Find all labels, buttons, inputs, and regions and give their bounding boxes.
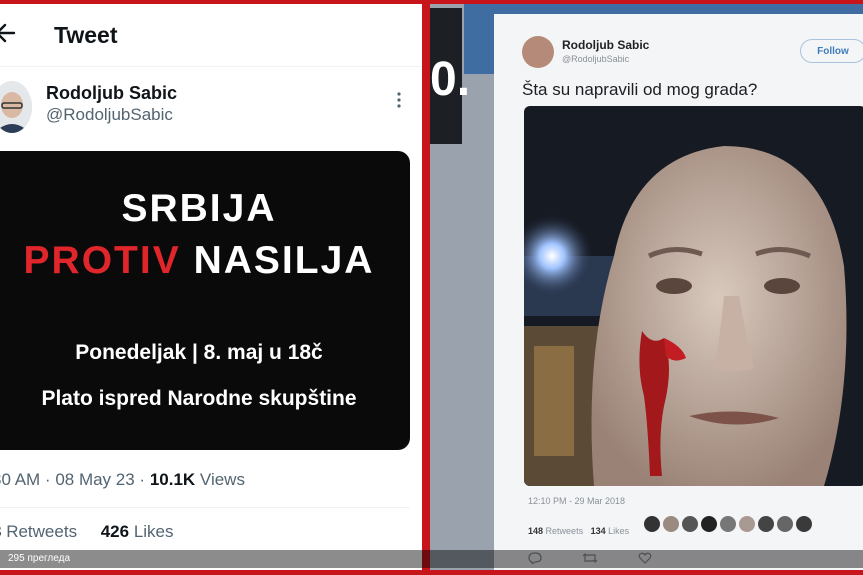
liker-avatar bbox=[739, 516, 755, 532]
banner-red-word: PROTIV bbox=[23, 239, 181, 282]
embedded-author-handle: @RodoljubSabic bbox=[562, 54, 630, 64]
author-handle[interactable]: @RodoljubSabic bbox=[46, 105, 173, 125]
likes-count: 426 bbox=[100, 522, 130, 541]
liker-avatar bbox=[682, 516, 698, 532]
more-options-icon[interactable] bbox=[396, 90, 402, 110]
embedded-tweet-stats: 148 Retweets 134 Likes bbox=[528, 526, 629, 536]
back-arrow-icon[interactable] bbox=[0, 20, 16, 46]
likes-label: Likes bbox=[133, 522, 174, 541]
tv-overlay-glyph: 0. bbox=[430, 53, 471, 106]
banner-title-line1: SRBIJA bbox=[121, 187, 277, 230]
liker-avatar bbox=[758, 516, 774, 532]
retweets-label: Retweets bbox=[6, 522, 78, 541]
banner-white-word: NASILJA bbox=[193, 239, 375, 282]
retweets-count: 3 bbox=[0, 522, 1, 541]
page-title: Tweet bbox=[54, 22, 118, 48]
liker-avatar bbox=[701, 516, 717, 532]
right-video-panel: 0. Rodoljub Sabic @RodoljubSabic Follow … bbox=[430, 4, 863, 570]
embedded-tweet-card: Rodoljub Sabic @RodoljubSabic Follow Šta… bbox=[494, 14, 863, 570]
embedded-author-name: Rodoljub Sabic bbox=[562, 38, 650, 52]
liker-avatars bbox=[644, 516, 812, 532]
video-views-overlay: 295 прегледа bbox=[0, 550, 863, 568]
banner-date-line: Ponedeljak | 8. maj u 18č bbox=[75, 341, 323, 364]
tweet-photo bbox=[524, 106, 863, 486]
tweet-metadata: 30 AM · 08 May 23 · 10.1K Views bbox=[0, 470, 245, 490]
author-name[interactable]: Rodoljub Sabic bbox=[46, 83, 177, 104]
embedded-retweets-label: Retweets bbox=[545, 526, 584, 536]
views-count: 10.1K bbox=[149, 470, 196, 489]
liker-avatar bbox=[720, 516, 736, 532]
embedded-author-avatar bbox=[522, 36, 554, 68]
tweet-header-bar: Tweet bbox=[0, 4, 422, 67]
liker-avatar bbox=[663, 516, 679, 532]
views-counter: 295 прегледа bbox=[8, 553, 71, 564]
views-label: Views bbox=[199, 470, 245, 489]
tweet-date[interactable]: 08 May 23 bbox=[55, 470, 134, 489]
embedded-tweet-timestamp: 12:10 PM - 29 Mar 2018 bbox=[528, 496, 626, 506]
divider bbox=[0, 507, 410, 508]
tv-studio-element: 0. bbox=[430, 8, 470, 144]
embedded-tweet-text: Šta su napravili od mog grada? bbox=[522, 80, 758, 99]
tweet-time[interactable]: 30 AM bbox=[0, 470, 40, 489]
likes-stat[interactable]: 426 Likes bbox=[101, 522, 174, 541]
retweets-stat[interactable]: 3 Retweets bbox=[0, 522, 77, 541]
left-tweet-panel: Tweet Rodoljub Sabic @RodoljubSabic SRBI… bbox=[0, 4, 422, 570]
liker-avatar bbox=[777, 516, 793, 532]
author-avatar[interactable] bbox=[0, 81, 32, 133]
embedded-likes-count: 134 bbox=[590, 526, 606, 536]
tweet-image-banner[interactable]: SRBIJA PROTIV NASILJA Ponedeljak | 8. ma… bbox=[0, 151, 410, 450]
banner-title-line2: PROTIV NASILJA bbox=[0, 239, 410, 283]
embedded-retweets-count: 148 bbox=[528, 526, 544, 536]
liker-avatar bbox=[796, 516, 812, 532]
tweet-stats: 3 Retweets 426 Likes bbox=[0, 522, 174, 542]
liker-avatar bbox=[644, 516, 660, 532]
banner-location-line: Plato ispred Narodne skupštine bbox=[41, 387, 357, 410]
embedded-likes-label: Likes bbox=[608, 526, 630, 536]
follow-button: Follow bbox=[800, 39, 863, 63]
